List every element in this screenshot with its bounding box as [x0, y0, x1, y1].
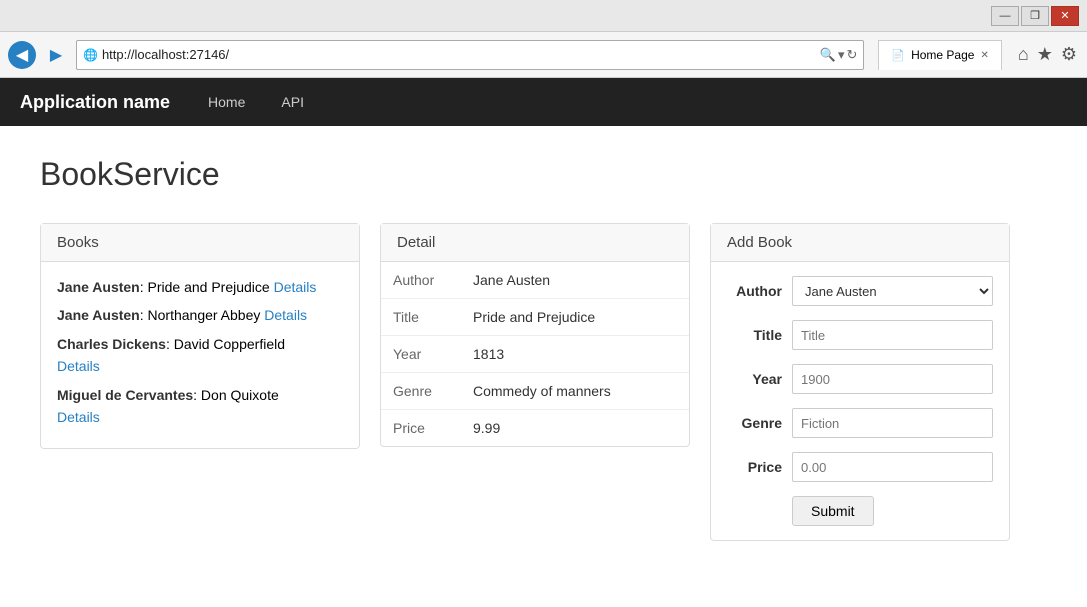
year-field-row: Year — [727, 364, 993, 394]
list-item: Charles Dickens: David Copperfield Detai… — [57, 333, 343, 378]
tab-bar: 📄 Home Page ✕ — [878, 40, 1001, 70]
back-button[interactable]: ◀ — [8, 41, 36, 69]
details-link[interactable]: Details — [264, 307, 307, 323]
add-book-panel-header: Add Book — [711, 224, 1009, 262]
genre-label: Genre — [727, 415, 782, 431]
nav-link-home[interactable]: Home — [200, 90, 253, 114]
tab-title: Home Page — [911, 48, 974, 62]
book-author: Jane Austen — [57, 307, 140, 323]
minimize-button[interactable]: — — [991, 6, 1019, 26]
browser-frame: — ❒ ✕ ◀ ▶ 🌐 🔍 ▾ ↻ 📄 Home Page ✕ ⌂ ★ — [0, 0, 1087, 607]
detail-value-genre: Commedy of manners — [461, 373, 689, 410]
list-item: Jane Austen: Northanger Abbey Details — [57, 304, 343, 326]
search-icon[interactable]: 🔍 — [820, 47, 836, 63]
year-label: Year — [727, 371, 782, 387]
detail-label-title: Title — [381, 299, 461, 336]
app-navbar: Application name Home API — [0, 78, 1087, 126]
address-bar: 🌐 🔍 ▾ ↻ — [76, 40, 864, 70]
detail-value-price: 9.99 — [461, 410, 689, 447]
title-label: Title — [727, 327, 782, 343]
detail-label-author: Author — [381, 262, 461, 299]
title-bar: — ❒ ✕ — [0, 0, 1087, 32]
browser-actions: ⌂ ★ ⚙ — [1016, 42, 1079, 67]
nav-link-api[interactable]: API — [273, 90, 312, 114]
address-icon: 🌐 — [83, 48, 98, 62]
home-icon[interactable]: ⌂ — [1016, 42, 1031, 67]
details-link[interactable]: Details — [57, 409, 100, 425]
close-button[interactable]: ✕ — [1051, 6, 1079, 26]
table-row: Author Jane Austen — [381, 262, 689, 299]
settings-icon[interactable]: ⚙ — [1059, 42, 1079, 67]
detail-label-year: Year — [381, 336, 461, 373]
panels: Books Jane Austen: Pride and Prejudice D… — [40, 223, 1047, 541]
table-row: Title Pride and Prejudice — [381, 299, 689, 336]
add-book-panel-body: Author Jane Austen Charles Dickens Migue… — [711, 262, 1009, 540]
dropdown-icon[interactable]: ▾ — [838, 47, 845, 63]
author-field-row: Author Jane Austen Charles Dickens Migue… — [727, 276, 993, 306]
add-book-panel: Add Book Author Jane Austen Charles Dick… — [710, 223, 1010, 541]
book-author: Charles Dickens — [57, 336, 166, 352]
details-link[interactable]: Details — [57, 358, 100, 374]
app-name: Application name — [20, 92, 170, 113]
detail-label-price: Price — [381, 410, 461, 447]
book-author: Jane Austen — [57, 279, 140, 295]
books-panel: Books Jane Austen: Pride and Prejudice D… — [40, 223, 360, 449]
forward-button[interactable]: ▶ — [42, 41, 70, 69]
table-row: Price 9.99 — [381, 410, 689, 447]
submit-button[interactable]: Submit — [792, 496, 874, 526]
maximize-button[interactable]: ❒ — [1021, 6, 1049, 26]
main-content: BookService Books Jane Austen: Pride and… — [0, 126, 1087, 607]
price-label: Price — [727, 459, 782, 475]
detail-table: Author Jane Austen Title Pride and Preju… — [381, 262, 689, 446]
detail-label-genre: Genre — [381, 373, 461, 410]
refresh-icon[interactable]: ↻ — [846, 47, 857, 63]
table-row: Genre Commedy of manners — [381, 373, 689, 410]
books-panel-header: Books — [41, 224, 359, 262]
tab-icon: 📄 — [891, 49, 905, 62]
detail-value-author: Jane Austen — [461, 262, 689, 299]
author-select[interactable]: Jane Austen Charles Dickens Miguel de Ce… — [792, 276, 993, 306]
details-link[interactable]: Details — [274, 279, 317, 295]
book-author: Miguel de Cervantes — [57, 387, 193, 403]
browser-tab[interactable]: 📄 Home Page ✕ — [878, 40, 1001, 70]
detail-panel-body: Author Jane Austen Title Pride and Preju… — [381, 262, 689, 446]
table-row: Year 1813 — [381, 336, 689, 373]
books-panel-body: Jane Austen: Pride and Prejudice Details… — [41, 262, 359, 448]
address-actions: 🔍 ▾ ↻ — [820, 47, 858, 63]
price-field-row: Price — [727, 452, 993, 482]
title-bar-buttons: — ❒ ✕ — [991, 6, 1079, 26]
browser-toolbar: ◀ ▶ 🌐 🔍 ▾ ↻ 📄 Home Page ✕ ⌂ ★ ⚙ — [0, 32, 1087, 78]
title-input[interactable] — [792, 320, 993, 350]
url-input[interactable] — [102, 47, 816, 62]
tab-close-button[interactable]: ✕ — [980, 50, 988, 61]
year-input[interactable] — [792, 364, 993, 394]
title-field-row: Title — [727, 320, 993, 350]
list-item: Miguel de Cervantes: Don Quixote Details — [57, 384, 343, 429]
price-input[interactable] — [792, 452, 993, 482]
detail-value-title: Pride and Prejudice — [461, 299, 689, 336]
page-title: BookService — [40, 156, 1047, 193]
detail-value-year: 1813 — [461, 336, 689, 373]
detail-panel-header: Detail — [381, 224, 689, 262]
genre-field-row: Genre — [727, 408, 993, 438]
author-label: Author — [727, 283, 782, 299]
genre-input[interactable] — [792, 408, 993, 438]
detail-panel: Detail Author Jane Austen Title Pride an… — [380, 223, 690, 447]
list-item: Jane Austen: Pride and Prejudice Details — [57, 276, 343, 298]
favorites-icon[interactable]: ★ — [1035, 42, 1055, 67]
